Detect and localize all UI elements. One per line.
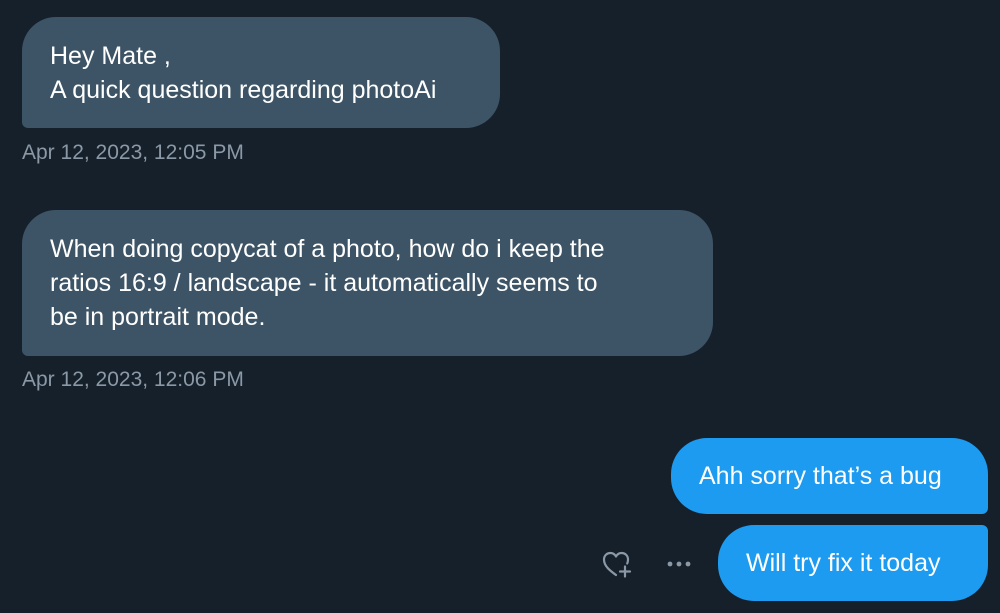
message-timestamp: Apr 12, 2023, 12:05 PM: [22, 141, 244, 164]
message-bubble-incoming[interactable]: When doing copycat of a photo, how do i …: [22, 210, 713, 356]
message-bubble-incoming[interactable]: Hey Mate , A quick question regarding ph…: [22, 17, 500, 128]
heart-plus-icon-graphic: [602, 551, 632, 578]
message-text: Ahh sorry that’s a bug: [699, 462, 942, 490]
more-dots-icon-graphic: [667, 561, 691, 567]
more-dots-icon[interactable]: [662, 552, 696, 576]
message-text-line: A quick question regarding photoAi: [50, 76, 437, 104]
message-bubble-outgoing[interactable]: Ahh sorry that’s a bug: [671, 438, 988, 514]
message-text-line: Hey Mate ,: [50, 42, 171, 70]
message-bubble-outgoing[interactable]: Will try fix it today: [718, 525, 988, 601]
message-text-line: When doing copycat of a photo, how do i …: [50, 235, 605, 263]
message-timestamp: Apr 12, 2023, 12:06 PM: [22, 368, 244, 391]
message-text-line: ratios 16:9 / landscape - it automatical…: [50, 269, 598, 297]
message-text: Will try fix it today: [746, 549, 941, 577]
heart-plus-icon[interactable]: [600, 549, 634, 579]
dm-conversation: Hey Mate , A quick question regarding ph…: [0, 0, 1000, 613]
message-text-line: be in portrait mode.: [50, 303, 266, 331]
